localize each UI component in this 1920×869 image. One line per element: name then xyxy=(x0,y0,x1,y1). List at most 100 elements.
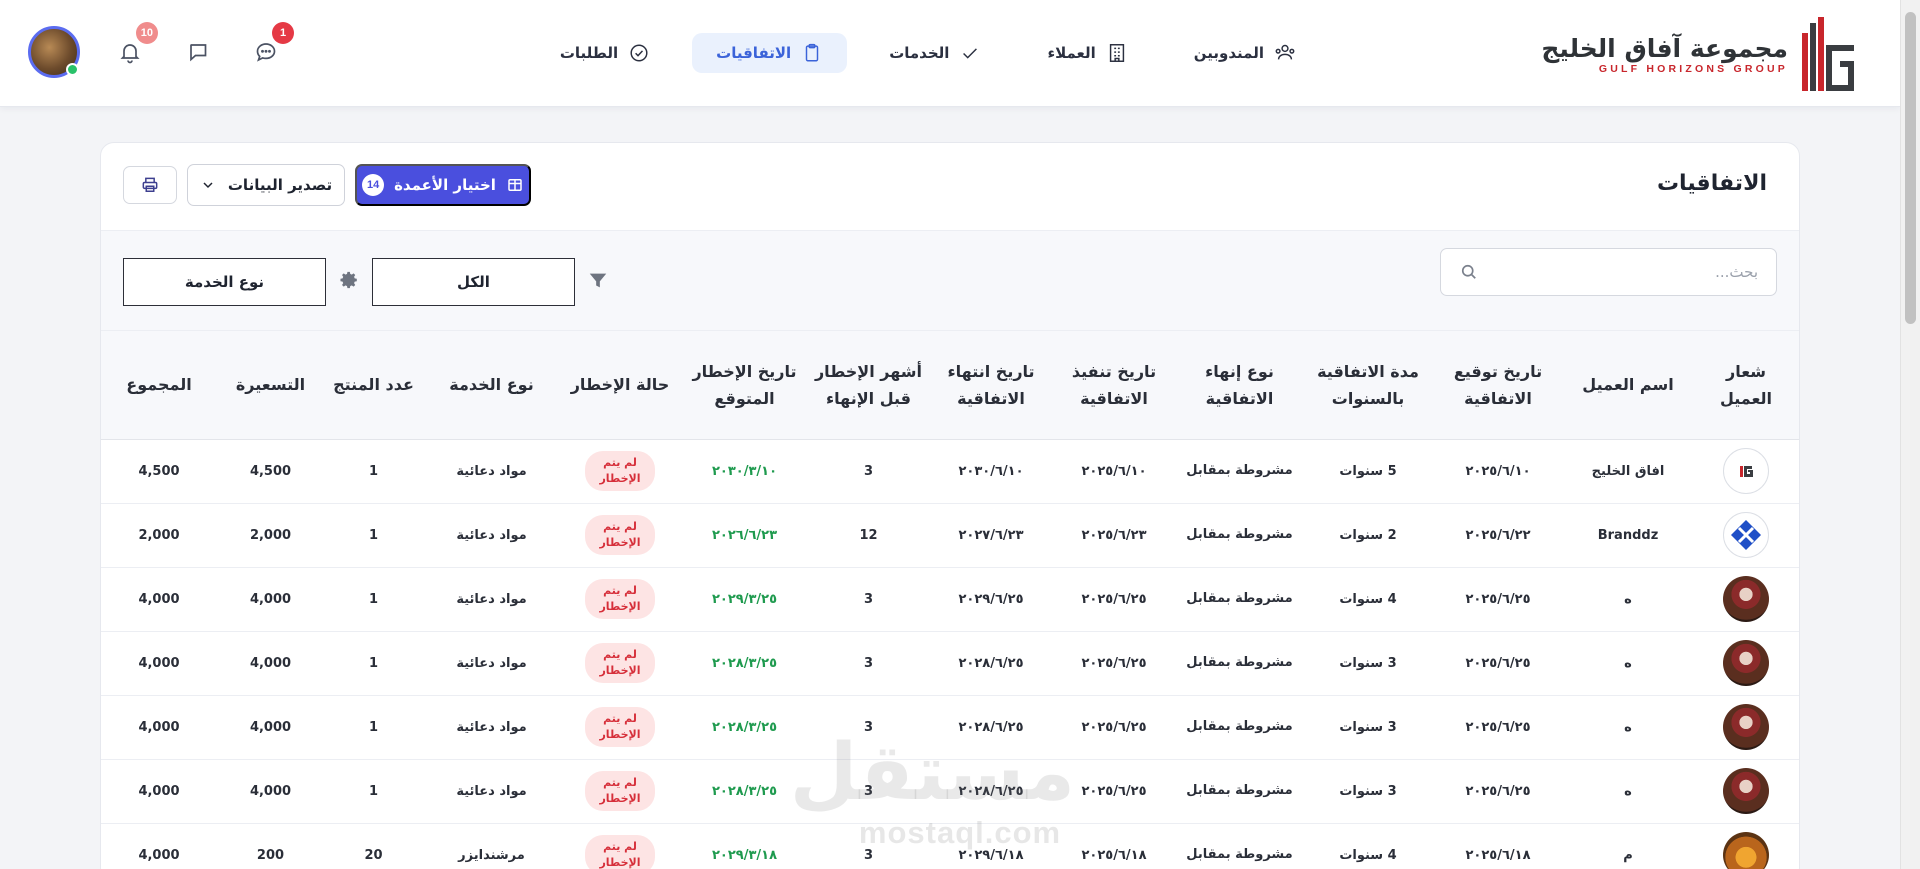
online-status-indicator xyxy=(66,63,79,76)
client-name: افاق الخليج xyxy=(1563,439,1693,504)
page-scrollbar[interactable] xyxy=(1900,0,1920,869)
filter-field-select[interactable]: نوع الخدمة xyxy=(123,258,326,306)
table-row[interactable]: Branddz ٢٠٢٥/٦/٢٢ 2 سنوات مشروطة بمقابل ٢٠٢٥… xyxy=(101,503,1799,568)
notice-status: لم يتم الإخطار xyxy=(558,695,682,760)
columns-label: اختيار الأعمدة xyxy=(394,176,496,194)
start-date: ٢٠٢٥/٦/٢٣ xyxy=(1052,503,1176,568)
status-badge: لم يتم الإخطار xyxy=(585,515,655,555)
service-type: مواد دعائية xyxy=(425,439,558,504)
filter-settings-button[interactable] xyxy=(338,269,360,295)
search-input[interactable] xyxy=(1479,263,1758,281)
chat-badge: 1 xyxy=(272,22,294,44)
notice-status: لم يتم الإخطار xyxy=(558,759,682,824)
page-title: الاتفاقيات xyxy=(1656,171,1767,196)
table-row[interactable]: م ٢٠٢٥/٦/١٨ 4 سنوات مشروطة بمقابل ٢٠٢٥/٦/١٨ ٢… xyxy=(101,823,1799,869)
client-logo-image xyxy=(1723,448,1769,494)
expected-notice-date: ٢٠٢٩/٣/٢٥ xyxy=(682,567,807,632)
service-type: مرشندايزر xyxy=(425,823,558,869)
building-icon xyxy=(1109,44,1124,62)
table-row[interactable]: ه ٢٠٢٥/٦/٢٥ 3 سنوات مشروطة بمقابل ٢٠٢٥/٦/٢٥ ٢… xyxy=(101,631,1799,696)
column-header[interactable]: تاريخ الإخطار المتوقع xyxy=(682,331,807,440)
column-header[interactable]: اسم العميل xyxy=(1563,331,1693,440)
column-header[interactable]: تاريخ توقيع الاتفاقية xyxy=(1433,331,1563,440)
header-actions: 1 10 xyxy=(28,22,294,78)
table-row[interactable]: ه ٢٠٢٥/٦/٢٥ 3 سنوات مشروطة بمقابل ٢٠٢٥/٦/٢٥ ٢… xyxy=(101,695,1799,760)
clipboard-icon xyxy=(805,43,819,62)
gear-icon xyxy=(340,271,357,289)
status-badge: لم يتم الإخطار xyxy=(585,835,655,869)
search-field[interactable] xyxy=(1440,248,1777,296)
table-row[interactable]: ه ٢٠٢٥/٦/٢٥ 4 سنوات مشروطة بمقابل ٢٠٢٥/٦/٢٥ ٢… xyxy=(101,567,1799,632)
search-icon xyxy=(1461,264,1476,279)
column-header[interactable]: نوع إنهاء الاتفاقية xyxy=(1176,331,1303,440)
column-header[interactable]: مدة الاتفاقية بالسنوات xyxy=(1303,331,1433,440)
total: 4,000 xyxy=(101,567,219,632)
price: 200 xyxy=(219,823,322,869)
export-label: تصدير البيانات xyxy=(227,176,333,194)
chat-bubble-icon xyxy=(256,43,276,62)
scrollbar-thumb[interactable] xyxy=(1905,12,1916,324)
notice-months: 3 xyxy=(807,567,930,632)
check-circle-icon xyxy=(630,44,648,62)
termination-type: مشروطة بمقابل xyxy=(1176,759,1303,824)
start-date: ٢٠٢٥/٦/٢٥ xyxy=(1052,759,1176,824)
nav-label: العملاء xyxy=(1047,44,1096,62)
notice-months: 3 xyxy=(807,695,930,760)
end-date: ٢٠٢٨/٦/٢٥ xyxy=(930,695,1052,760)
notifications-badge: 10 xyxy=(135,22,158,44)
table-row[interactable]: افاق الخليج ٢٠٢٥/٦/١٠ 5 سنوات مشروطة بمقابل… xyxy=(101,439,1799,504)
logo-name-ar: مجموعة آفاق الخليج xyxy=(1541,33,1788,63)
nav-label: المندوبين xyxy=(1193,44,1264,62)
client-logo xyxy=(1693,631,1799,696)
product-qty: 1 xyxy=(322,759,425,824)
client-name: Branddz xyxy=(1563,503,1693,568)
service-type: مواد دعائية xyxy=(425,695,558,760)
choose-columns-button[interactable]: 14 اختيار الأعمدة xyxy=(355,164,531,206)
signed-date: ٢٠٢٥/٦/١٨ xyxy=(1433,823,1563,869)
funnel-icon xyxy=(589,273,607,288)
agreements-table: شعار العميل اسم العميل تاريخ توقيع الاتف… xyxy=(101,331,1799,869)
product-qty: 1 xyxy=(322,567,425,632)
nav-item-agreements[interactable]: الاتفاقيات xyxy=(692,33,848,73)
nav-item-orders[interactable]: الطلبات xyxy=(536,33,674,73)
nav-item-clients[interactable]: العملاء xyxy=(1023,33,1151,73)
user-avatar[interactable] xyxy=(28,26,80,78)
notifications-button[interactable]: 10 xyxy=(112,22,158,70)
nav-item-services[interactable]: الخدمات xyxy=(865,33,1005,73)
table-header-row: شعار العميل اسم العميل تاريخ توقيع الاتف… xyxy=(101,331,1799,440)
end-date: ٢٠٣٠/٦/١٠ xyxy=(930,439,1052,504)
service-type: مواد دعائية xyxy=(425,759,558,824)
company-logo[interactable]: مجموعة آفاق الخليج GULF HORIZONS GROUP xyxy=(1541,14,1858,94)
column-header[interactable]: عدد المنتج xyxy=(322,331,425,440)
status-badge: لم يتم الإخطار xyxy=(585,579,655,619)
total: 4,000 xyxy=(101,759,219,824)
column-header[interactable]: التسعيرة xyxy=(219,331,322,440)
top-navbar: مجموعة آفاق الخليج GULF HORIZONS GROUP ا… xyxy=(0,0,1900,107)
table-row[interactable]: ه ٢٠٢٥/٦/٢٥ 3 سنوات مشروطة بمقابل ٢٠٢٥/٦/٢٥ ٢… xyxy=(101,759,1799,824)
column-header[interactable]: شعار العميل xyxy=(1693,331,1799,440)
column-header[interactable]: حالة الإخطار xyxy=(558,331,682,440)
print-button[interactable] xyxy=(123,166,177,204)
column-header[interactable]: تاريخ تنفيذ الاتفاقية xyxy=(1052,331,1176,440)
termination-type: مشروطة بمقابل xyxy=(1176,695,1303,760)
messages-button[interactable] xyxy=(180,34,216,70)
filter-value-select[interactable]: الكل xyxy=(372,258,575,306)
column-header[interactable]: المجموع xyxy=(101,331,219,440)
export-data-dropdown[interactable]: تصدير البيانات xyxy=(187,164,345,206)
chevron-down-icon xyxy=(203,182,213,189)
client-logo-image xyxy=(1723,576,1769,622)
nav-item-representatives[interactable]: المندوبين xyxy=(1170,33,1320,73)
signed-date: ٢٠٢٥/٦/٢٥ xyxy=(1433,759,1563,824)
message-square-icon xyxy=(190,44,207,62)
product-qty: 20 xyxy=(322,823,425,869)
filter-button[interactable] xyxy=(587,269,609,295)
column-header[interactable]: أشهر الإخطار قبل الإنهاء xyxy=(807,331,930,440)
start-date: ٢٠٢٥/٦/٢٥ xyxy=(1052,695,1176,760)
client-logo xyxy=(1693,439,1799,504)
column-header[interactable]: نوع الخدمة xyxy=(425,331,558,440)
column-header[interactable]: تاريخ انتهاء الاتفاقية xyxy=(930,331,1052,440)
printer-icon xyxy=(142,177,158,192)
chat-button[interactable]: 1 xyxy=(248,22,294,70)
price: 4,000 xyxy=(219,631,322,696)
logo-mark-icon xyxy=(1798,15,1858,93)
